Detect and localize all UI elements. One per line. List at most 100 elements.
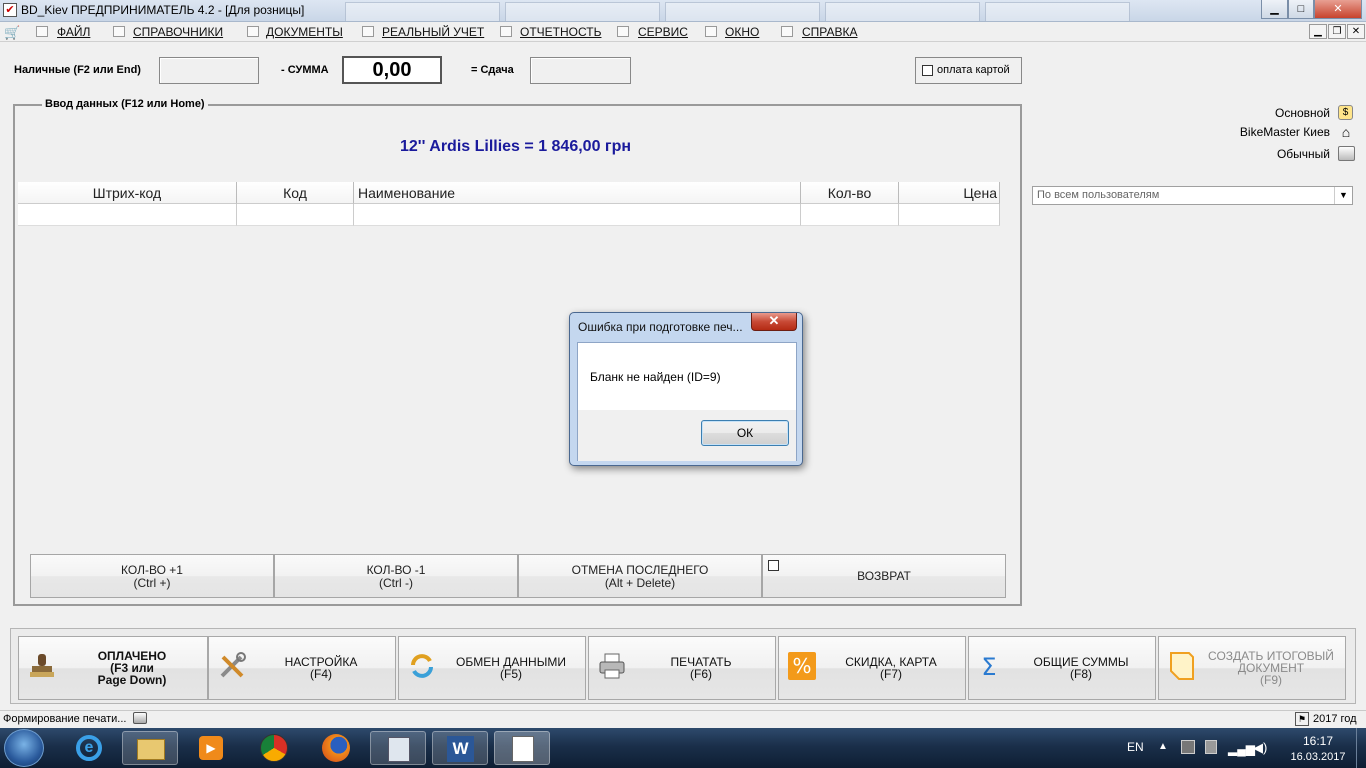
volume-icon[interactable]: ◀) — [1253, 740, 1267, 756]
discount-card-button[interactable]: % СКИДКА, КАРТА (F7) — [778, 636, 966, 700]
error-dialog: Ошибка при подготовке печ... ✕ Бланк не … — [569, 312, 803, 466]
menu-reports[interactable]: ОТЧЕТНОСТЬ — [520, 25, 601, 39]
print-button[interactable]: ПЕЧАТАТЬ (F6) — [588, 636, 776, 700]
refresh-icon — [411, 654, 433, 678]
current-item-line: 12'' Ardis Lillies = 1 846,00 грн — [400, 138, 632, 155]
clock-date[interactable]: 16.03.2017 — [1285, 751, 1351, 763]
status-text: Формирование печати... — [3, 713, 127, 725]
qty-minus-button[interactable]: КОЛ-ВО -1 (Ctrl -) — [274, 554, 518, 598]
menu-window[interactable]: ОКНО — [725, 25, 759, 39]
close-button[interactable]: ✕ — [1314, 0, 1362, 19]
minimize-button[interactable]: ▁ — [1261, 0, 1288, 19]
percent-icon: % — [788, 652, 816, 680]
taskbar-calculator-icon[interactable] — [370, 731, 426, 765]
card-payment-box[interactable]: оплата картой — [915, 57, 1022, 84]
network-icon[interactable] — [1181, 740, 1195, 754]
menu-references[interactable]: СПРАВОЧНИКИ — [133, 25, 223, 39]
window-title: BD_Kiev ПРЕДПРИНИМАТЕЛЬ 4.2 - [Для розни… — [21, 3, 305, 17]
show-desktop-button[interactable] — [1356, 728, 1366, 768]
tray-expand-icon[interactable]: ▲ — [1158, 741, 1168, 752]
column-header-barcode[interactable]: Штрих-код — [18, 182, 237, 204]
print-line2: (F6) — [690, 667, 712, 681]
mdi-minimize-button[interactable]: ▁ — [1309, 24, 1327, 39]
maximize-button[interactable]: □ — [1288, 0, 1314, 19]
data-exchange-label: ОБМЕН ДАННЫМИ (F5) — [443, 656, 579, 680]
mdi-close-button[interactable]: ✕ — [1347, 24, 1365, 39]
menu-help[interactable]: СПРАВКА — [802, 25, 858, 39]
taskbar-ie-icon[interactable]: e — [62, 731, 118, 765]
column-header-price[interactable]: Цена — [899, 182, 1000, 204]
menu-documents[interactable]: ДОКУМЕНТЫ — [266, 25, 343, 39]
paid-button[interactable]: ОПЛАЧЕНО (F3 или Page Down) — [18, 636, 208, 700]
device-icon[interactable] — [1205, 740, 1217, 754]
totals-button[interactable]: Σ ОБЩИЕ СУММЫ (F8) — [968, 636, 1156, 700]
svg-text:Σ: Σ — [981, 653, 996, 681]
cart-icon: 🛒 — [4, 25, 21, 40]
card-payment-checkbox[interactable] — [922, 65, 933, 76]
home-icon[interactable]: ⌂ — [1338, 124, 1354, 140]
return-button[interactable]: ВОЗВРАТ — [762, 554, 1006, 598]
dialog-close-button[interactable]: ✕ — [751, 313, 797, 331]
grid-cell[interactable] — [801, 204, 899, 226]
sum-value: 0,00 — [342, 56, 442, 84]
ok-button[interactable]: ОК — [701, 420, 789, 446]
paid-label: ОПЛАЧЕНО (F3 или Page Down) — [63, 650, 201, 686]
background-tab — [345, 2, 500, 21]
taskbar-firefox-icon[interactable] — [308, 731, 364, 765]
report-icon — [500, 26, 512, 37]
taskbar-chrome-icon[interactable] — [246, 731, 302, 765]
cash-input[interactable] — [159, 57, 259, 84]
taskbar-app-icon[interactable] — [494, 731, 550, 765]
card-payment-label: оплата картой — [937, 64, 1010, 76]
printer-icon[interactable] — [1338, 146, 1355, 161]
dialog-footer: ОК — [578, 410, 796, 461]
grid-cell[interactable] — [899, 204, 1000, 226]
clock-time[interactable]: 16:17 — [1288, 734, 1348, 748]
calendar-icon: ⚑ — [1295, 712, 1309, 726]
cancel-last-button[interactable]: ОТМЕНА ПОСЛЕДНЕГО (Alt + Delete) — [518, 554, 762, 598]
data-entry-group-label: Ввод данных (F12 или Home) — [42, 98, 208, 110]
start-button[interactable] — [4, 729, 44, 767]
menu-real-accounting[interactable]: РЕАЛЬНЫЙ УЧЕТ — [382, 25, 484, 39]
grid-cell[interactable] — [237, 204, 354, 226]
background-tab — [505, 2, 660, 21]
signal-icon[interactable]: ▂▄▆ — [1228, 742, 1255, 756]
status-year: 2017 год — [1313, 713, 1357, 725]
column-header-code[interactable]: Код — [237, 182, 354, 204]
qty-plus-button[interactable]: КОЛ-ВО +1 (Ctrl +) — [30, 554, 274, 598]
price-type-icon[interactable]: $ — [1338, 105, 1353, 120]
grid-cell[interactable] — [354, 204, 801, 226]
user-filter-select[interactable]: По всем пользователям ▼ — [1032, 186, 1353, 205]
mdi-restore-button[interactable]: ❐ — [1328, 24, 1346, 39]
sigma-icon: Σ — [981, 653, 996, 681]
cancel-last-shortcut: (Alt + Delete) — [604, 576, 676, 590]
totals-line2: (F8) — [1070, 667, 1092, 681]
qty-minus-shortcut: (Ctrl -) — [379, 576, 413, 590]
final-document-button[interactable]: СОЗДАТЬ ИТОГОВЫЙ ДОКУМЕНТ (F9) — [1158, 636, 1346, 700]
menu-service[interactable]: СЕРВИС — [638, 25, 688, 39]
taskbar-explorer-icon[interactable] — [122, 731, 178, 765]
final-document-label: СОЗДАТЬ ИТОГОВЫЙ ДОКУМЕНТ (F9) — [1203, 650, 1339, 686]
tools-icon — [220, 652, 246, 678]
app-icon: ✔ — [3, 3, 17, 17]
window-icon — [705, 26, 717, 37]
calculator-icon — [617, 26, 629, 37]
change-label: = Сдача — [471, 64, 514, 76]
background-tab — [985, 2, 1130, 21]
grid-cell[interactable] — [18, 204, 237, 226]
column-header-name[interactable]: Наименование — [354, 182, 801, 204]
taskbar-word-icon[interactable]: W — [432, 731, 488, 765]
printer-icon — [599, 653, 625, 679]
taskbar-media-icon[interactable]: ▶ — [182, 731, 238, 765]
menu-file[interactable]: ФАЙЛ — [57, 25, 90, 39]
folder-icon — [36, 26, 48, 37]
language-indicator[interactable]: EN — [1127, 740, 1144, 754]
settings-button[interactable]: НАСТРОЙКА (F4) — [208, 636, 396, 700]
column-header-qty[interactable]: Кол-во — [801, 182, 899, 204]
return-checkbox[interactable] — [768, 560, 779, 571]
chevron-down-icon[interactable]: ▼ — [1334, 187, 1352, 204]
svg-text:%: % — [792, 654, 811, 678]
data-exchange-button[interactable]: ОБМЕН ДАННЫМИ (F5) — [398, 636, 586, 700]
ledger-icon — [362, 26, 374, 37]
printer-icon — [133, 712, 147, 724]
